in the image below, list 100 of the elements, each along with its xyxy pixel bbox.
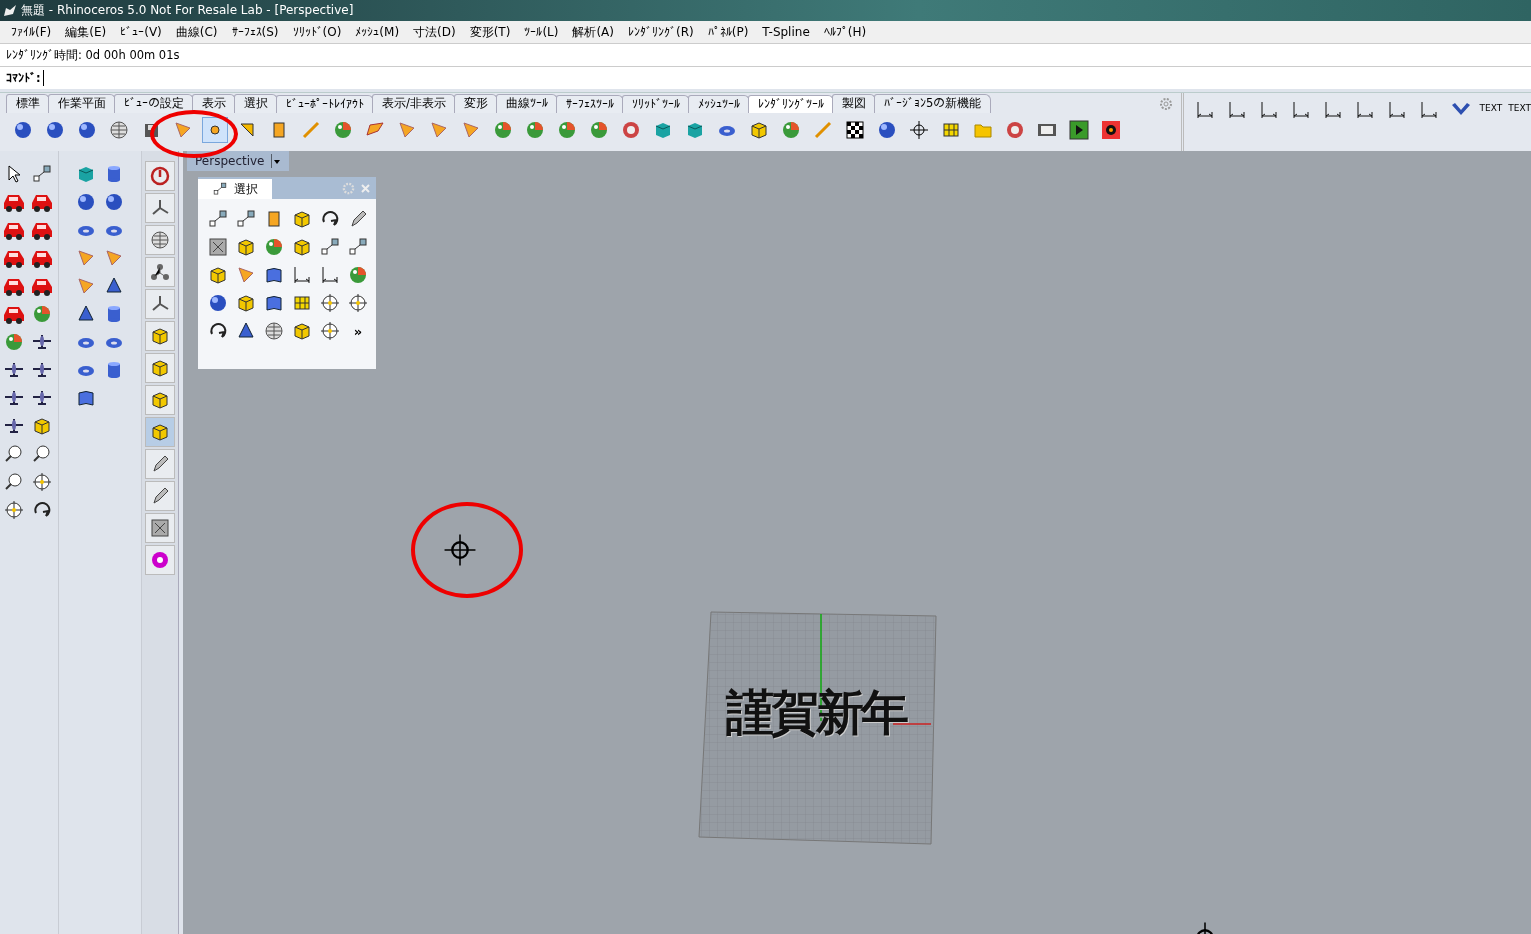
- points-icon: [31, 163, 53, 185]
- toolbar-tab[interactable]: ｻｰﾌｪｽﾂｰﾙ: [555, 95, 624, 113]
- pencil-icon: [300, 119, 322, 141]
- toolbar-tab[interactable]: 標準: [6, 94, 50, 113]
- box-icon: [291, 236, 313, 258]
- dimension-icon: [319, 264, 341, 286]
- nodes-icon: [149, 261, 171, 283]
- menu-item[interactable]: ﾋﾞｭｰ(V): [113, 25, 169, 39]
- menu-item[interactable]: ｿﾘｯﾄﾞ(O): [285, 25, 349, 39]
- rhino-icon: [3, 3, 17, 18]
- ball-icon: [556, 119, 578, 141]
- menu-item[interactable]: ﾒｯｼｭ(M): [348, 25, 407, 39]
- view-button[interactable]: [145, 161, 175, 191]
- toolbar-tab[interactable]: ﾊﾞｰｼﾞｮﾝ5の新機能: [873, 94, 992, 113]
- menu-item[interactable]: ﾊﾟﾈﾙ(P): [700, 25, 756, 39]
- text-tool[interactable]: TEXT: [1508, 97, 1531, 113]
- view-button[interactable]: [145, 257, 175, 287]
- sphere-icon: [76, 119, 98, 141]
- window-title: 無題 - Rhinoceros 5.0 Not For Resale Lab - [Perspective]: [21, 2, 354, 19]
- globe-icon: [263, 320, 285, 342]
- view-button[interactable]: [145, 353, 175, 383]
- menu-item[interactable]: 曲線(C): [168, 23, 225, 41]
- menu-item[interactable]: ﾚﾝﾀﾞﾘﾝｸﾞ(R): [621, 25, 701, 39]
- toolbar-tab[interactable]: ﾒｯｼｭﾂｰﾙ: [687, 95, 750, 113]
- sphere-icon: [44, 119, 66, 141]
- toolbar-tab[interactable]: ﾚﾝﾀﾞﾘﾝｸﾞﾂｰﾙ: [747, 95, 834, 113]
- view-button[interactable]: [145, 193, 175, 223]
- globe-icon: [108, 119, 130, 141]
- box-icon: [149, 325, 171, 347]
- menu-item[interactable]: ﾌｧｲﾙ(F): [4, 25, 59, 39]
- play-icon: [1068, 119, 1090, 141]
- toolbar-tab[interactable]: 作業平面: [48, 94, 116, 113]
- ball-icon: [524, 119, 546, 141]
- pencil-icon: [812, 119, 834, 141]
- box-icon: [207, 264, 229, 286]
- view-button[interactable]: [145, 289, 175, 319]
- menu-item[interactable]: 変形(T): [462, 23, 518, 41]
- ball-icon: [3, 331, 25, 353]
- menu-item[interactable]: 寸法(D): [406, 23, 463, 41]
- points-icon: [319, 236, 341, 258]
- viewport-tab[interactable]: Perspective: [187, 151, 289, 171]
- viewport[interactable]: 謹賀新年 Perspective 選択 »: [183, 151, 1531, 934]
- menu-item[interactable]: 編集(E): [58, 23, 114, 41]
- menu-item[interactable]: T-Spline: [755, 25, 817, 39]
- panel-tab[interactable]: 選択: [198, 179, 272, 199]
- points-icon: [212, 181, 228, 197]
- box-icon: [235, 292, 257, 314]
- toolbar-tab[interactable]: 表示/非表示: [372, 94, 456, 113]
- menu-item[interactable]: ｻｰﾌｪｽ(S): [224, 25, 286, 39]
- toolbar-tab[interactable]: 表示: [192, 94, 236, 113]
- sphere-icon: [207, 292, 229, 314]
- toolbar-tab[interactable]: 製図: [831, 94, 876, 113]
- ball-icon: [780, 119, 802, 141]
- sphere-icon: [876, 119, 898, 141]
- toolbar-tab[interactable]: ﾋﾞｭｰﾎﾟｰﾄﾚｲｱｳﾄ: [276, 95, 374, 113]
- text-tool[interactable]: TEXT: [1479, 97, 1503, 113]
- box-icon: [291, 320, 313, 342]
- view-button[interactable]: [145, 481, 175, 511]
- view-button[interactable]: [145, 321, 175, 351]
- command-history: ﾚﾝﾀﾞﾘﾝｸﾞ時間: 0d 00h 00m 01s: [0, 43, 1531, 66]
- toolbar-tab[interactable]: ｿﾘｯﾄﾞﾂｰﾙ: [621, 95, 690, 113]
- box-icon: [235, 236, 257, 258]
- box-icon: [149, 421, 171, 443]
- globe-icon: [149, 229, 171, 251]
- light-icon[interactable]: [443, 533, 477, 567]
- view-button[interactable]: [145, 449, 175, 479]
- points-icon: [207, 208, 229, 230]
- box-icon: [149, 389, 171, 411]
- dropdown-icon[interactable]: [270, 154, 281, 168]
- ball-icon: [588, 119, 610, 141]
- toolbar-tab[interactable]: 変形: [453, 94, 498, 113]
- points-icon: [235, 208, 257, 230]
- target-icon: [347, 292, 369, 314]
- toolbar-tab[interactable]: 曲線ﾂｰﾙ: [495, 94, 558, 113]
- menu-item[interactable]: ﾍﾙﾌﾟ(H): [816, 25, 874, 39]
- toolbar-tab[interactable]: ﾋﾞｭｰの設定: [114, 94, 194, 113]
- dimension-icon: [291, 264, 313, 286]
- sphere-icon: [12, 119, 34, 141]
- menu-item[interactable]: ﾂｰﾙ(L): [517, 25, 566, 39]
- more-button[interactable]: »: [353, 323, 363, 339]
- ball-icon: [31, 303, 53, 325]
- view-button[interactable]: [145, 385, 175, 415]
- power-icon: [149, 165, 171, 187]
- view-button[interactable]: [145, 417, 175, 447]
- view-button[interactable]: [145, 545, 175, 575]
- view-button[interactable]: [145, 513, 175, 543]
- tool-button[interactable]: [1066, 117, 1092, 143]
- toolbar-tab[interactable]: 選択: [234, 94, 278, 113]
- sphere-icon: [103, 191, 125, 213]
- menu-item[interactable]: 解析(A): [565, 23, 621, 41]
- target-icon: [319, 320, 341, 342]
- view-button[interactable]: [145, 225, 175, 255]
- greeting-text: 謹賀新年: [726, 683, 906, 742]
- command-label: ｺﾏﾝﾄﾞ:: [6, 71, 41, 85]
- box-icon: [31, 415, 53, 437]
- record-icon: [1100, 119, 1122, 141]
- ball-icon: [263, 236, 285, 258]
- frame-icon: [149, 517, 171, 539]
- checker-icon: [844, 119, 866, 141]
- frame-icon: [207, 236, 229, 258]
